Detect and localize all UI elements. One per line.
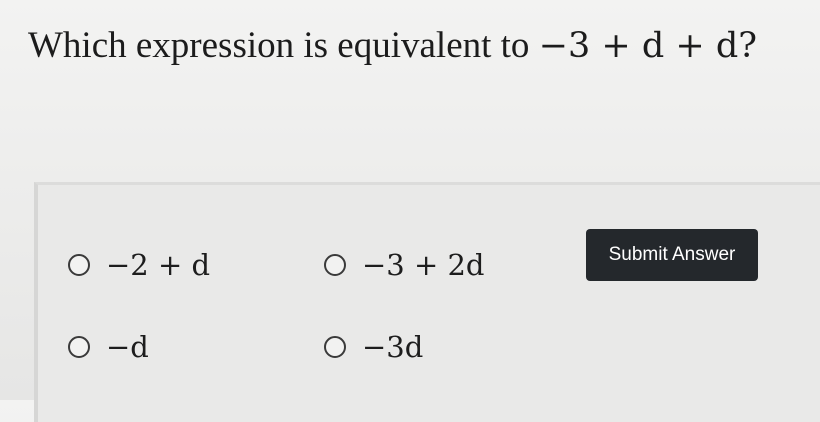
option-label: −3d [362, 330, 424, 364]
submit-answer-button[interactable]: Submit Answer [586, 229, 758, 281]
option-label: −2 + d [106, 248, 211, 282]
option-4[interactable]: −3d [324, 330, 423, 364]
radio-button[interactable] [68, 336, 90, 358]
option-label: −d [106, 330, 149, 364]
option-1[interactable]: −2 + d [68, 248, 210, 282]
question-suffix: ? [738, 26, 758, 66]
radio-button[interactable] [324, 254, 346, 276]
option-label: −3 + 2d [362, 248, 485, 282]
option-2[interactable]: −3 + 2d [324, 248, 485, 282]
radio-button[interactable] [324, 336, 346, 358]
question-text: Which expression is equivalent to −3 + d… [28, 22, 757, 70]
option-3[interactable]: −d [68, 330, 149, 364]
question-expression: −3 + d + d [538, 26, 739, 66]
radio-button[interactable] [68, 254, 90, 276]
answer-panel [34, 182, 820, 422]
question-prefix: Which expression is equivalent to [28, 25, 539, 66]
